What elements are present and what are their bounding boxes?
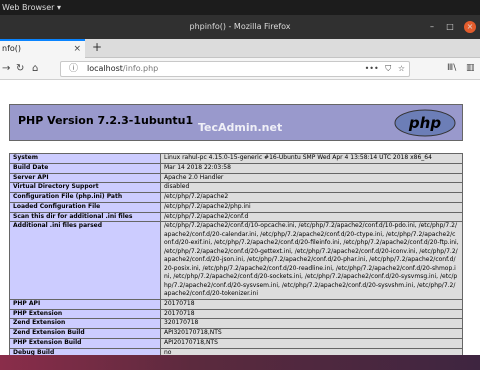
table-row: Configuration File (php.ini) Path/etc/ph… <box>9 192 463 203</box>
back-icon[interactable]: → <box>2 61 10 76</box>
page-content: PHP Version 7.2.3-1ubuntu1 TecAdmin.net … <box>0 80 480 355</box>
svg-text:php: php <box>408 114 441 132</box>
close-tab-icon[interactable]: × <box>73 41 81 57</box>
row-label: Debug Build <box>9 347 161 355</box>
row-label: Zend Extension <box>9 318 161 329</box>
home-icon[interactable]: ⌂ <box>32 61 38 76</box>
sidebar-icon[interactable]: ▥ <box>466 61 475 76</box>
table-row: Debug Build no <box>9 347 463 355</box>
phpinfo-page: PHP Version 7.2.3-1ubuntu1 TecAdmin.net … <box>9 104 463 355</box>
maximize-icon[interactable]: □ <box>444 21 456 33</box>
window-title: phpinfo() - Mozilla Firefox <box>189 22 291 31</box>
table-row: Server API Apache 2.0 Handler <box>9 172 463 184</box>
table-row: PHP Extension Build API20170718,NTS <box>9 337 463 349</box>
row-label: PHP API <box>9 298 161 310</box>
row-label: Configuration File (php.ini) Path <box>9 192 161 203</box>
top-panel: Web Browser ▾ <box>0 0 480 15</box>
table-row: Additional .ini files parsed/etc/php/7.2… <box>9 221 463 300</box>
url-actions: ••• ⛉ ☆ <box>365 62 405 76</box>
row-label: Scan this dir for additional .ini files <box>9 211 161 223</box>
pocket-icon[interactable]: ⛉ <box>385 64 391 73</box>
row-value: Linux rahul-pc 4.15.0-15-generic #16-Ubu… <box>160 153 463 164</box>
tab-title: nfo() <box>2 44 22 53</box>
table-row: Build Date Mar 14 2018 22:03:58 <box>9 162 463 174</box>
desktop-background <box>0 355 480 370</box>
minimize-icon[interactable]: – <box>426 21 438 33</box>
page-actions-icon[interactable]: ••• <box>365 64 379 73</box>
table-row: System Linux rahul-pc 4.15.0-15-generic #… <box>9 153 463 164</box>
row-label: Virtual Directory Support <box>9 182 161 193</box>
row-value: Mar 14 2018 22:03:58 <box>160 162 463 174</box>
row-value: API20170718,NTS <box>160 337 463 349</box>
row-value: disabled <box>160 182 463 193</box>
reload-icon[interactable]: ↻ <box>16 61 24 76</box>
table-row: Scan this dir for additional .ini files /… <box>9 211 463 223</box>
app-menu[interactable]: Web Browser ▾ <box>2 3 61 12</box>
php-header: PHP Version 7.2.3-1ubuntu1 TecAdmin.net … <box>9 104 463 141</box>
tab-phpinfo[interactable]: nfo() × <box>0 39 85 58</box>
table-row: PHP Extension 20170718 <box>9 308 463 320</box>
row-value: no <box>160 347 463 355</box>
row-label: System <box>9 153 161 164</box>
url-text[interactable]: localhost/info.php <box>87 62 158 76</box>
row-value: 320170718 <box>160 318 463 329</box>
row-value: /etc/php/7.2/apache2 <box>160 192 463 203</box>
php-version-title: PHP Version 7.2.3-1ubuntu1 <box>18 114 194 127</box>
library-icon[interactable]: Ⅲ\ <box>447 61 456 76</box>
table-row: PHP API 20170718 <box>9 298 463 310</box>
browser-window: phpinfo() - Mozilla Firefox – □ × nfo() … <box>0 15 480 355</box>
row-label: PHP Extension <box>9 308 161 320</box>
row-label: Additional .ini files parsed <box>9 221 161 300</box>
title-bar: phpinfo() - Mozilla Firefox – □ × <box>0 15 480 39</box>
row-label: Loaded Configuration File <box>9 201 161 213</box>
row-value: 20170718 <box>160 308 463 320</box>
row-value: API320170718,NTS <box>160 328 463 339</box>
watermark-text: TecAdmin.net <box>198 121 283 134</box>
info-table: System Linux rahul-pc 4.15.0-15-generic #… <box>9 153 463 355</box>
row-value: /etc/php/7.2/apache2/conf.d <box>160 211 463 223</box>
new-tab-icon[interactable]: + <box>92 40 102 55</box>
php-logo-icon: php <box>394 109 456 137</box>
bookmark-star-icon[interactable]: ☆ <box>398 64 405 73</box>
close-window-icon[interactable]: × <box>464 21 476 33</box>
info-icon[interactable]: ⓘ <box>69 62 78 76</box>
table-row: Virtual Directory Support disabled <box>9 182 463 193</box>
row-label: PHP Extension Build <box>9 337 161 349</box>
url-host: localhost <box>87 64 123 73</box>
url-path: /info.php <box>122 64 159 73</box>
url-bar[interactable]: ⓘ localhost/info.php ••• ⛉ ☆ <box>60 61 410 77</box>
navigation-bar: → ↻ ⌂ ⓘ localhost/info.php ••• ⛉ ☆ Ⅲ\ ▥ <box>0 58 480 80</box>
tab-strip: nfo() × + <box>0 39 480 58</box>
row-label: Server API <box>9 172 161 184</box>
table-row: Loaded Configuration File/etc/php/7.2/ap… <box>9 201 463 213</box>
row-value: 20170718 <box>160 298 463 310</box>
row-value: /etc/php/7.2/apache2/php.ini <box>160 201 463 213</box>
table-row: Zend Extension 320170718 <box>9 318 463 329</box>
row-label: Zend Extension Build <box>9 328 161 339</box>
row-value: /etc/php/7.2/apache2/conf.d/10-opcache.i… <box>160 221 463 300</box>
row-label: Build Date <box>9 162 161 174</box>
row-value: Apache 2.0 Handler <box>160 172 463 184</box>
table-row: Zend Extension Build API320170718,NTS <box>9 328 463 339</box>
